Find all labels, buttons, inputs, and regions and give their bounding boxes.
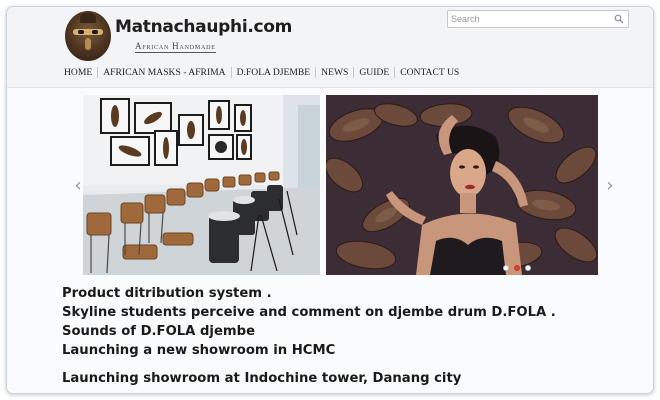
showroom-photo[interactable]: [83, 95, 320, 275]
slider-dot-3[interactable]: [525, 265, 531, 271]
image-slider: ‹ ›: [74, 95, 614, 275]
site-name: Matnachauphi.com: [115, 17, 293, 37]
site-header: Matnachauphi.com African Handmade HOME A…: [7, 7, 653, 88]
main-nav: HOME AFRICAN MASKS - AFRIMA D.FOLA DJEMB…: [59, 64, 464, 80]
model-with-masks-photo[interactable]: [326, 95, 598, 275]
news-link[interactable]: Skyline students perceive and comment on…: [62, 303, 622, 322]
news-list: Product ditribution system . Skyline stu…: [62, 284, 622, 388]
news-link[interactable]: Launching a new showroom in HCMC: [62, 341, 622, 360]
african-mask-logo-icon: [65, 11, 111, 61]
search-box: [447, 10, 629, 28]
news-link[interactable]: Launching showroom at Indochine tower, D…: [62, 369, 622, 388]
news-link[interactable]: Sounds of D.FOLA djembe: [62, 322, 622, 341]
site-tagline: African Handmade: [135, 41, 216, 53]
nav-item-african-masks[interactable]: AFRICAN MASKS - AFRIMA: [98, 67, 230, 78]
search-input[interactable]: [448, 11, 606, 27]
page-frame: Matnachauphi.com African Handmade HOME A…: [6, 6, 654, 394]
model-with-masks-image: [326, 95, 598, 275]
news-link[interactable]: Product ditribution system .: [62, 284, 622, 303]
slider-dot-2[interactable]: [514, 265, 520, 271]
nav-item-home[interactable]: HOME: [59, 67, 97, 78]
nav-item-dfola-djembe[interactable]: D.FOLA DJEMBE: [232, 67, 316, 78]
site-logo[interactable]: Matnachauphi.com African Handmade: [65, 11, 292, 63]
search-icon[interactable]: [614, 14, 624, 24]
nav-item-news[interactable]: NEWS: [316, 67, 353, 78]
slider-prev-arrow-icon[interactable]: ‹: [71, 175, 85, 196]
slider-pagination: [503, 265, 531, 271]
slider-next-arrow-icon[interactable]: ›: [603, 175, 617, 196]
nav-item-contact-us[interactable]: CONTACT US: [395, 67, 464, 78]
nav-item-guide[interactable]: GUIDE: [354, 67, 394, 78]
showroom-image: [83, 95, 320, 275]
slider-dot-1[interactable]: [503, 265, 509, 271]
